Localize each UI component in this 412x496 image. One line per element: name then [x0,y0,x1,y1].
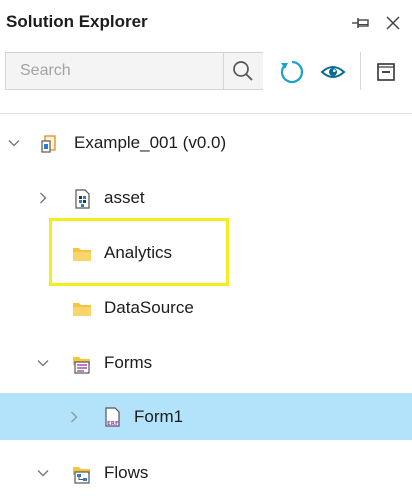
tree-item-label: Example_001 (v0.0) [74,133,227,152]
asset-icon [75,189,90,209]
folder-icon [73,248,91,261]
panel-title: Solution Explorer [6,12,148,31]
solution-tree: Example_001 (v0.0) asset Analytics DataS… [0,114,412,495]
tree-item-analytics[interactable]: Analytics [0,230,412,276]
view-toggle-button[interactable] [319,60,347,84]
pin-button[interactable] [350,13,372,33]
tree-item-label: Forms [104,353,153,372]
panel-header: Solution Explorer [0,0,412,46]
tree-item-asset[interactable]: asset [0,175,412,221]
refresh-button[interactable] [278,58,306,86]
erf-file-icon: ERF [105,407,120,427]
collapse-all-icon [377,63,395,81]
forms-folder-icon [73,357,90,374]
tree-item-project[interactable]: Example_001 (v0.0) [0,120,412,166]
folder-icon [73,303,91,316]
close-button[interactable] [382,12,404,34]
pin-icon [352,18,369,28]
toolbar-separator [360,52,361,90]
tree-item-label: Analytics [104,243,173,262]
chevron-down-icon[interactable] [6,135,22,151]
tree-item-label: DataSource [104,298,194,317]
flows-folder-icon [73,467,90,484]
tree-item-form1[interactable]: ERF Form1 [0,393,412,440]
close-icon [386,16,400,30]
chevron-down-icon[interactable] [35,465,51,481]
tree-item-datasource[interactable]: DataSource [0,285,412,331]
chevron-right-icon[interactable] [35,190,51,206]
tree-item-label: asset [104,188,145,207]
search-box [5,52,263,90]
search-button[interactable] [223,53,263,89]
search-icon [233,61,253,81]
collapse-all-button[interactable] [374,60,398,84]
chevron-down-icon[interactable] [35,355,51,371]
project-icon [41,135,56,153]
eye-icon [320,66,346,78]
tree-item-label: Flows [104,463,149,482]
svg-text:ERF: ERF [107,421,119,427]
tree-item-flows[interactable]: Flows [0,450,412,496]
refresh-icon [280,60,304,84]
tree-item-forms[interactable]: Forms [0,340,412,386]
tree-item-label: Form1 [134,407,184,426]
chevron-right-icon[interactable] [66,409,82,425]
toolbar [0,46,412,106]
search-input[interactable] [6,53,222,89]
